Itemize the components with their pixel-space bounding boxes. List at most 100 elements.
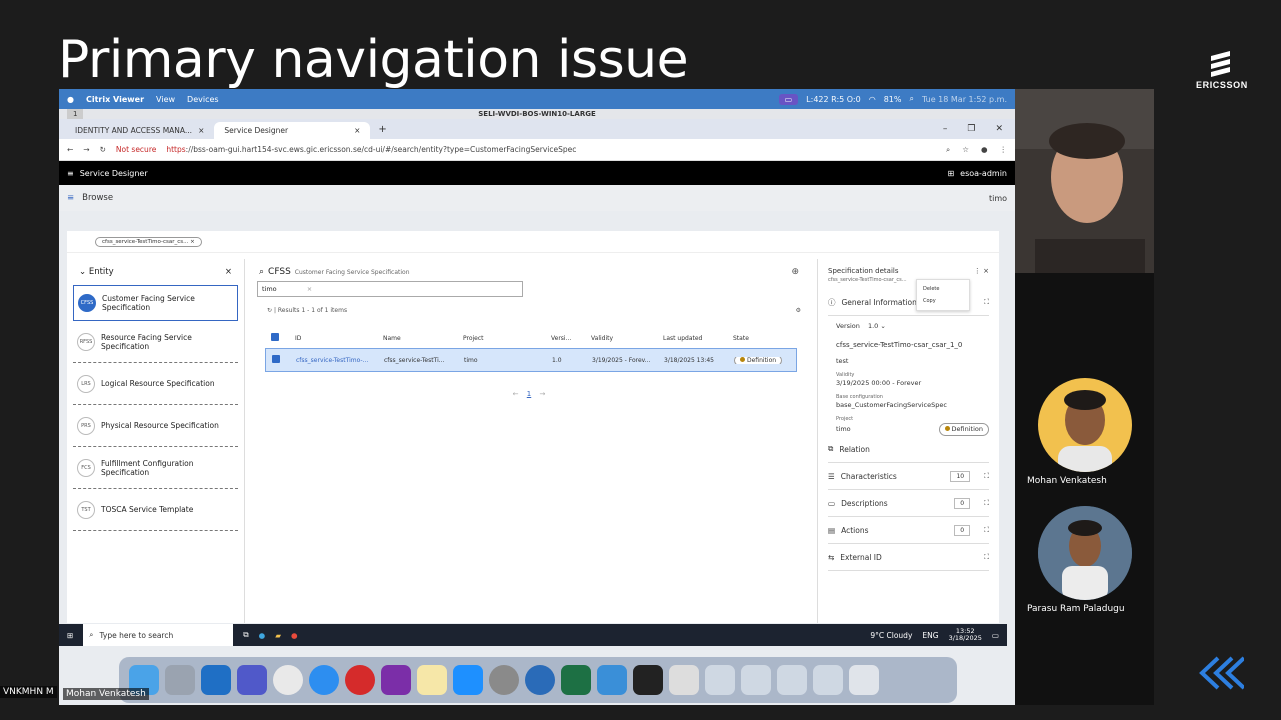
onenote-icon[interactable] <box>381 665 411 695</box>
excel-icon[interactable] <box>561 665 591 695</box>
launchpad-icon[interactable] <box>165 665 195 695</box>
trash-icon[interactable] <box>849 665 879 695</box>
safari-icon[interactable] <box>309 665 339 695</box>
tab-service-designer[interactable]: Service Designer × <box>214 122 371 139</box>
entity-item-cfss[interactable]: CFSS Customer Facing Service Specificati… <box>73 285 238 321</box>
page-number[interactable]: 1 <box>527 390 531 398</box>
taskbar-search[interactable]: ⌕ Type here to search <box>83 624 234 646</box>
minimize-icon[interactable]: – <box>943 124 948 134</box>
url-field[interactable]: https://bss-oam-gui.hart154-svc.ews.gic.… <box>166 145 576 154</box>
col-id[interactable]: ID <box>289 335 377 342</box>
document-icon[interactable] <box>669 665 699 695</box>
weather-text[interactable]: 9°C Cloudy <box>870 631 912 640</box>
menu-copy[interactable]: Copy <box>923 295 963 307</box>
section-characteristics[interactable]: ☰ Characteristics 10 ⛶ <box>828 463 989 491</box>
chrome-icon[interactable]: ● <box>291 631 298 640</box>
menu-delete[interactable]: Delete <box>923 283 963 295</box>
back-icon[interactable]: ← <box>67 145 73 154</box>
expand-icon[interactable]: ⛶ <box>984 298 989 307</box>
menu-view[interactable]: View <box>156 95 175 104</box>
forward-icon[interactable]: → <box>83 145 89 154</box>
entity-item-rfss[interactable]: RFSS Resource Facing Service Specificati… <box>73 321 238 363</box>
edge-icon[interactable]: ● <box>259 631 266 640</box>
notification-icon[interactable]: ▭ <box>992 631 999 640</box>
search-icon[interactable]: ⌕ <box>909 94 913 104</box>
entity-item-fcs[interactable]: FCS Fulfillment Configuration Specificat… <box>73 447 238 489</box>
row-id[interactable]: cfss_service-TestTimo-... <box>290 357 378 364</box>
star-icon[interactable]: ☆ <box>962 145 969 155</box>
close-icon[interactable]: × <box>198 126 204 135</box>
hamburger-icon[interactable]: ≡ <box>67 193 74 203</box>
col-last-updated[interactable]: Last updated <box>657 335 727 342</box>
menu-devices[interactable]: Devices <box>187 95 219 104</box>
screen-icon[interactable]: ▭ <box>778 93 799 105</box>
zoom-icon[interactable]: ⌕ <box>946 145 950 155</box>
screen-dock-icon[interactable] <box>597 665 627 695</box>
opera-icon[interactable] <box>345 665 375 695</box>
lang-text[interactable]: ENG <box>922 631 938 640</box>
notes-icon[interactable] <box>417 665 447 695</box>
expand-icon[interactable]: ⛶ <box>984 553 989 562</box>
user-menu[interactable]: esoa-admin <box>960 169 1007 178</box>
section-external-id[interactable]: ⇆ External ID ⛶ <box>828 544 989 572</box>
participant-tile[interactable]: Mohan Venkatesh <box>1015 378 1154 486</box>
col-project[interactable]: Project <box>457 335 545 342</box>
col-validity[interactable]: Validity <box>585 335 657 342</box>
expand-icon[interactable]: ⛶ <box>984 526 989 535</box>
section-descriptions[interactable]: ▭ Descriptions 0 ⛶ <box>828 490 989 518</box>
select-all-checkbox[interactable] <box>271 333 279 341</box>
entity-item-tst[interactable]: TST TOSCA Service Template <box>73 489 238 531</box>
restore-icon[interactable]: ❐ <box>967 124 975 134</box>
appstore-icon[interactable] <box>453 665 483 695</box>
expand-icon[interactable]: ⛶ <box>984 499 989 508</box>
prev-page-icon[interactable]: ← <box>513 390 519 398</box>
next-page-icon[interactable]: → <box>539 390 545 398</box>
tab-identity[interactable]: IDENTITY AND ACCESS MANA... × <box>65 122 214 139</box>
taskview-icon[interactable]: ⧉ <box>243 630 248 640</box>
close-pane-icon[interactable]: × <box>225 267 232 277</box>
apps-grid-icon[interactable]: ⊞ <box>947 169 954 178</box>
menu-citrix[interactable]: Citrix Viewer <box>86 95 144 104</box>
col-version[interactable]: Versi... <box>545 335 585 342</box>
not-secure-badge[interactable]: Not secure <box>116 145 156 154</box>
clear-icon[interactable]: × <box>307 285 312 293</box>
table-row[interactable]: cfss_service-TestTimo-... cfss_service-T… <box>265 348 797 372</box>
apple-icon[interactable]: ● <box>67 95 74 104</box>
chrome-dock-icon[interactable] <box>273 665 303 695</box>
participant-tile[interactable]: Parasu Ram Paladugu <box>1015 506 1154 614</box>
citrix-icon[interactable] <box>525 665 555 695</box>
refresh-icon[interactable]: ↻ <box>267 307 272 314</box>
filter-chip[interactable]: cfss_service-TestTimo-csar_cs... × <box>95 236 202 247</box>
section-relation[interactable]: ⧉ Relation <box>828 436 989 464</box>
browse-user[interactable]: timo <box>989 194 1007 203</box>
new-tab-icon[interactable]: + <box>378 124 386 135</box>
stocks-icon[interactable] <box>633 665 663 695</box>
search-input[interactable]: timo × <box>257 281 523 297</box>
add-icon[interactable]: ⊕ <box>791 267 799 277</box>
vdi-tag[interactable]: 1 <box>67 109 84 119</box>
col-state[interactable]: State <box>727 335 787 342</box>
reload-icon[interactable]: ↻ <box>100 145 106 154</box>
settings-dock-icon[interactable] <box>489 665 519 695</box>
settings-icon[interactable]: ⚙ <box>796 307 801 314</box>
profile-icon[interactable]: ● <box>981 145 988 155</box>
entity-item-lrs[interactable]: LRS Logical Resource Specification <box>73 363 238 405</box>
version-select[interactable]: 1.0 <box>868 322 878 330</box>
section-actions[interactable]: ▤ Actions 0 ⛶ <box>828 517 989 545</box>
window-thumb-icon[interactable] <box>705 665 735 695</box>
menu-icon[interactable]: ⋮ <box>1000 145 1008 155</box>
window-thumb-icon[interactable] <box>777 665 807 695</box>
entity-item-prs[interactable]: PRS Physical Resource Specification <box>73 405 238 447</box>
window-thumb-icon[interactable] <box>813 665 843 695</box>
collapse-icon[interactable]: ⌄ <box>79 267 86 277</box>
close-icon[interactable]: × <box>354 126 360 135</box>
folder-icon[interactable]: ▰ <box>275 631 281 640</box>
close-details-icon[interactable]: × <box>983 267 989 275</box>
teams-icon[interactable] <box>237 665 267 695</box>
close-window-icon[interactable]: ✕ <box>995 124 1003 134</box>
col-name[interactable]: Name <box>377 335 457 342</box>
windows-start-icon[interactable]: ⊞ <box>67 631 73 640</box>
clock[interactable]: 13:52 3/18/2025 <box>949 627 982 642</box>
window-thumb-icon[interactable] <box>741 665 771 695</box>
row-checkbox[interactable] <box>272 355 280 363</box>
